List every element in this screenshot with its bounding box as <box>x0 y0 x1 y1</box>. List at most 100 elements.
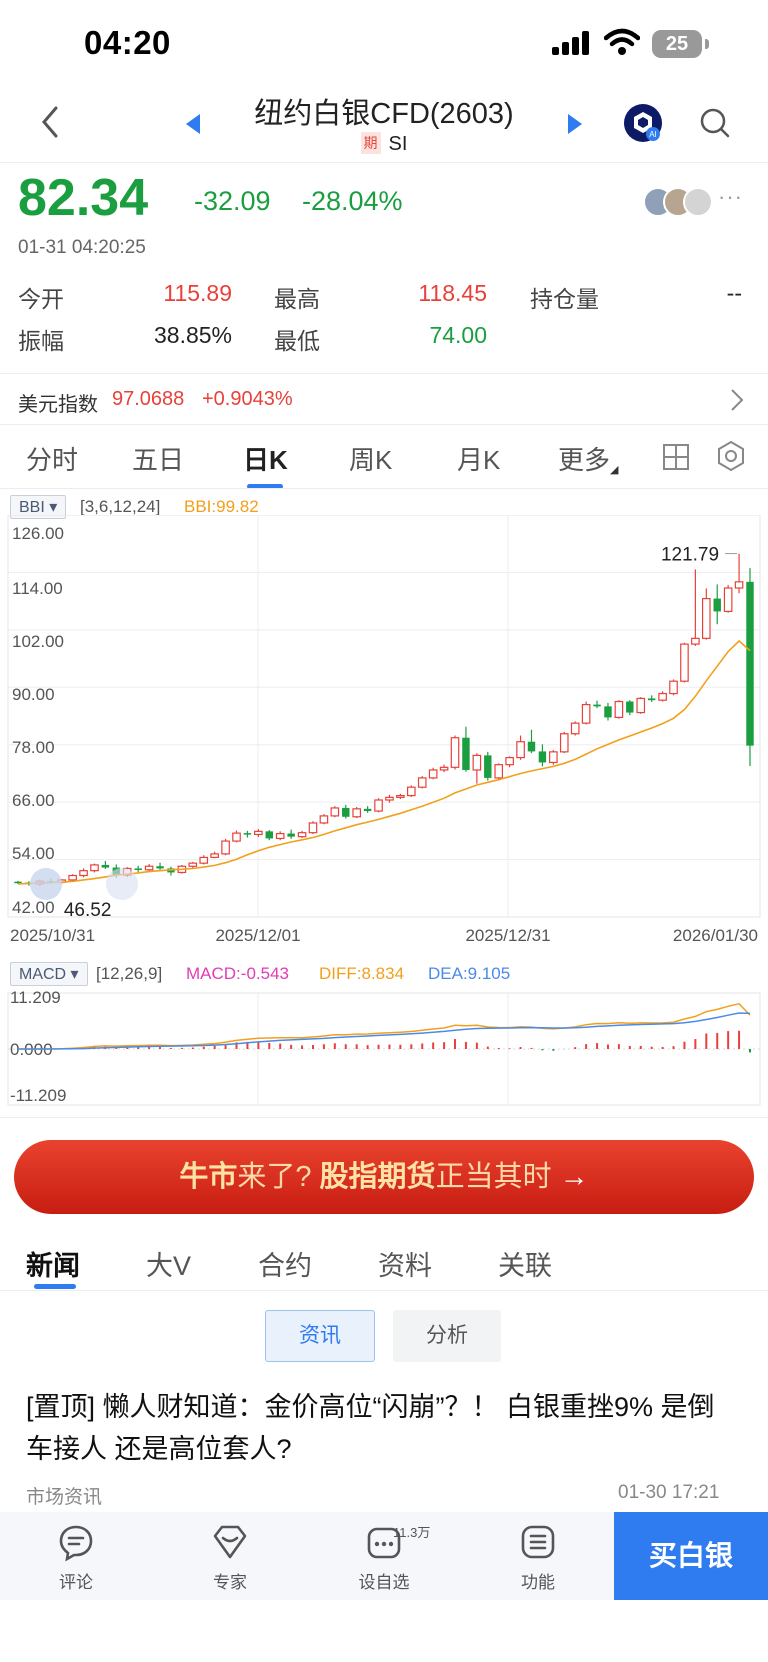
candle-body <box>450 737 460 768</box>
futures-tag: 期 <box>360 132 381 154</box>
divider <box>0 162 768 163</box>
buy-silver-button[interactable]: 买白银 <box>614 1512 768 1600</box>
open-value: 115.89 <box>163 280 232 306</box>
tab-intraday[interactable]: 分时 <box>26 440 78 477</box>
expert-button[interactable]: 专家 <box>180 1512 280 1600</box>
tab-big-v[interactable]: 大V <box>146 1244 191 1283</box>
main-indicator-params: [3,6,12,24] <box>80 497 161 516</box>
comment-icon <box>59 1525 93 1562</box>
diff-value: DIFF:8.834 <box>319 964 405 983</box>
tab-profile[interactable]: 资料 <box>378 1244 432 1283</box>
candle-body <box>352 808 362 818</box>
candle-body <box>319 815 329 824</box>
candle-body <box>472 754 482 771</box>
candle-body <box>626 701 634 713</box>
avatar <box>683 187 713 217</box>
candle-body <box>144 865 154 871</box>
tab-news[interactable]: 新闻 <box>26 1244 80 1283</box>
news-headline[interactable]: [置顶] 懒人财知道：金价高位“闪崩”？！ 白银重挫9% 是倒车接人 还是高位套… <box>26 1386 726 1470</box>
divider <box>0 1117 768 1118</box>
expert-icon <box>213 1525 247 1559</box>
candle-body <box>221 840 230 855</box>
viewer-avatars[interactable] <box>643 187 715 217</box>
open-label: 今开 <box>18 286 64 312</box>
amplitude-value: 38.85% <box>153 322 232 348</box>
candle-body <box>287 833 295 837</box>
comment-label: 评论 <box>59 1573 93 1592</box>
candle-body <box>14 881 22 884</box>
tab-related[interactable]: 关联 <box>498 1244 552 1283</box>
candle-body <box>593 704 601 707</box>
candle-body <box>723 587 733 613</box>
candle-body <box>188 862 198 867</box>
candle-body <box>581 704 591 724</box>
candle-body <box>604 706 612 718</box>
dollar-index-label: 美元指数 <box>18 394 98 416</box>
candle-body <box>342 807 350 817</box>
candle-body <box>210 853 219 859</box>
tab-daily-k[interactable]: 日K <box>243 440 288 477</box>
dropdown-triangle-icon: ◢ <box>610 464 619 476</box>
segment-news[interactable]: 资讯 <box>265 1310 375 1362</box>
candle-body <box>614 700 624 719</box>
more-icon[interactable]: ··· <box>718 184 743 210</box>
y-tick-label: 42.00 <box>12 898 55 917</box>
candle-body <box>746 581 754 746</box>
candle-body <box>658 692 667 701</box>
candlestick-chart[interactable]: 126.00 114.00 102.00 90.00 78.00 66.00 54.00 42… <box>0 515 768 955</box>
tab-five-day[interactable]: 五日 <box>132 440 184 477</box>
candle-body <box>647 698 656 701</box>
macd-chart[interactable]: 11.2090.000-11.209 <box>0 985 768 1110</box>
search-icon[interactable] <box>698 106 732 140</box>
battery-tip <box>705 39 709 49</box>
candle-body <box>505 757 514 766</box>
y-tick-label: 66.00 <box>12 791 55 810</box>
banner-text-1: 牛市 <box>179 1161 238 1193</box>
candle-body <box>385 796 394 801</box>
tab-contract[interactable]: 合约 <box>258 1244 312 1283</box>
functions-button[interactable]: 功能 <box>488 1512 588 1600</box>
diff-line <box>17 1002 751 1050</box>
scroll-handle-icon <box>30 868 62 900</box>
macd-params: [12,26,9] <box>96 964 163 983</box>
candle-body <box>538 751 547 763</box>
candle-body <box>374 799 383 812</box>
segment-analysis[interactable]: 分析 <box>393 1310 501 1362</box>
candle-body <box>363 808 372 812</box>
promo-banner[interactable]: 牛市来了? 股指期货正当其时 → <box>14 1140 754 1214</box>
status-time: 04:20 <box>84 24 171 61</box>
candle-body <box>297 832 307 838</box>
tab-more[interactable]: 更多◢ <box>558 440 618 477</box>
chevron-right-icon <box>731 389 744 411</box>
tab-monthly-k[interactable]: 月K <box>457 440 500 477</box>
macd-tick-label: 11.209 <box>10 988 61 1007</box>
candle-body <box>396 794 405 798</box>
candle-body <box>570 722 580 735</box>
dollar-index-change: +0.9043% <box>202 388 293 410</box>
tab-weekly-k[interactable]: 周K <box>349 440 392 477</box>
macd-value: MACD:-0.543 <box>186 964 289 983</box>
candle-body <box>462 737 470 770</box>
low-value: 74.00 <box>429 322 487 348</box>
arrow-right-icon: → <box>559 1161 589 1193</box>
divider <box>0 424 768 425</box>
chart-frame <box>7 515 761 918</box>
sub-indicator-name: MACD <box>19 966 67 983</box>
dollar-index-value: 97.0688 <box>112 388 185 410</box>
candle-body <box>199 856 209 864</box>
divider <box>0 1290 768 1291</box>
settings-icon[interactable] <box>716 440 746 472</box>
functions-icon <box>521 1525 555 1559</box>
candle-body <box>428 769 438 779</box>
news-source: 市场资讯 <box>26 1487 103 1508</box>
layout-grid-icon[interactable] <box>662 443 690 471</box>
news-time: 01-30 17:21 <box>618 1482 720 1503</box>
ai-assistant-icon[interactable]: AI <box>624 104 662 142</box>
high-label: 最高 <box>274 286 320 312</box>
candle-body <box>701 597 711 639</box>
quote-time: 01-31 04:20:25 <box>18 237 146 258</box>
sub-indicator-select[interactable]: MACD ▾ <box>10 962 88 986</box>
main-indicator-name: BBI <box>19 499 45 516</box>
candle-body <box>691 637 700 645</box>
comment-button[interactable]: 评论 <box>26 1512 126 1600</box>
